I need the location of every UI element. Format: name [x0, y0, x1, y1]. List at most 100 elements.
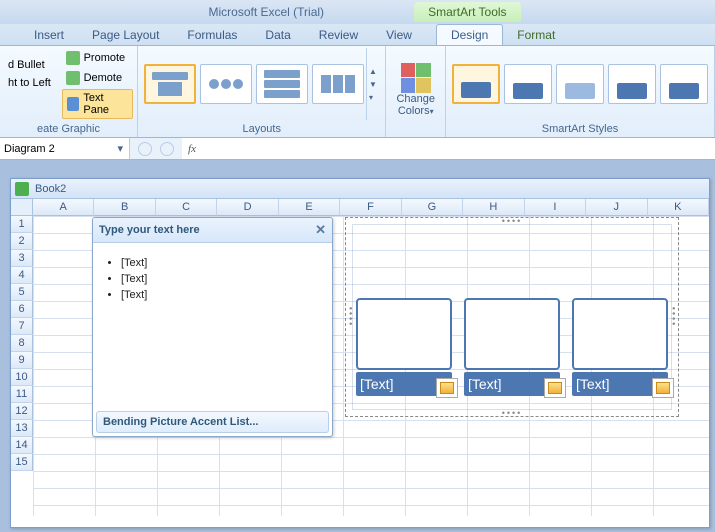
layouts-scroll-down-icon[interactable]: ▼ — [369, 80, 380, 89]
col-header[interactable]: K — [648, 199, 709, 216]
row-headers: 1 2 3 4 5 6 7 8 9 10 11 12 13 14 15 — [11, 216, 33, 471]
tab-page-layout[interactable]: Page Layout — [78, 25, 173, 45]
ribbon: d Bullet ht to Left Promote Demote Text … — [0, 46, 715, 138]
group-label-styles: SmartArt Styles — [446, 122, 714, 137]
promote-button[interactable]: Promote — [62, 49, 133, 67]
contextual-tab-title: SmartArt Tools — [414, 2, 520, 22]
fx-icon[interactable]: fx — [182, 143, 202, 155]
row-header[interactable]: 7 — [11, 318, 33, 335]
tab-insert[interactable]: Insert — [20, 25, 78, 45]
row-header[interactable]: 5 — [11, 284, 33, 301]
style-thumb-2[interactable] — [504, 64, 552, 104]
workbook-titlebar[interactable]: Book2 — [11, 179, 709, 199]
col-header[interactable]: E — [279, 199, 340, 216]
row-header[interactable]: 11 — [11, 386, 33, 403]
col-header[interactable]: D — [217, 199, 278, 216]
text-pane-body[interactable]: [Text] [Text] [Text] — [93, 243, 332, 408]
ribbon-tabs: Insert Page Layout Formulas Data Review … — [0, 24, 715, 46]
text-pane-item[interactable]: [Text] — [121, 289, 322, 301]
smartart-caption[interactable]: [Text] — [576, 376, 609, 392]
col-header[interactable]: G — [402, 199, 463, 216]
text-pane-header: Type your text here — [99, 224, 200, 236]
layout-thumb-1[interactable] — [144, 64, 196, 104]
picture-placeholder[interactable] — [464, 298, 560, 370]
tab-formulas[interactable]: Formulas — [173, 25, 251, 45]
layout-thumb-3[interactable] — [256, 64, 308, 104]
change-colors-button[interactable]: ChangeColors▾ — [390, 61, 441, 119]
text-pane-button[interactable]: Text Pane — [62, 89, 133, 119]
demote-icon — [66, 71, 80, 85]
formula-input[interactable] — [202, 143, 715, 155]
style-thumb-5[interactable] — [660, 64, 708, 104]
smartart-object[interactable]: •••• •••• •••• •••• [Text] [Text] [Text] — [345, 217, 679, 417]
row-header[interactable]: 3 — [11, 250, 33, 267]
smartart-caption[interactable]: [Text] — [468, 376, 501, 392]
col-header[interactable]: I — [525, 199, 586, 216]
cancel-formula-icon[interactable] — [138, 142, 152, 156]
insert-picture-icon[interactable] — [544, 378, 566, 398]
layout-thumb-2[interactable] — [200, 64, 252, 104]
group-label-colors — [386, 134, 445, 137]
layouts-more-icon[interactable]: ▾ — [369, 93, 380, 102]
row-header[interactable]: 4 — [11, 267, 33, 284]
demote-button[interactable]: Demote — [62, 69, 133, 87]
col-header[interactable]: J — [586, 199, 647, 216]
insert-picture-icon[interactable] — [652, 378, 674, 398]
text-pane-layout-name[interactable]: Bending Picture Accent List... — [96, 411, 329, 433]
tab-review[interactable]: Review — [305, 25, 372, 45]
smartart-text-pane[interactable]: Type your text here ✕ [Text] [Text] [Tex… — [92, 217, 333, 437]
select-all-corner[interactable] — [11, 199, 33, 216]
name-box[interactable]: ▾ — [0, 138, 130, 159]
text-pane-item[interactable]: [Text] — [121, 273, 322, 285]
row-header[interactable]: 12 — [11, 403, 33, 420]
row-header[interactable]: 2 — [11, 233, 33, 250]
text-pane-icon — [67, 97, 80, 111]
layout-thumb-4[interactable] — [312, 64, 364, 104]
row-header[interactable]: 6 — [11, 301, 33, 318]
title-bar: Microsoft Excel (Trial) SmartArt Tools — [0, 0, 715, 24]
row-header[interactable]: 15 — [11, 454, 33, 471]
row-header[interactable]: 13 — [11, 420, 33, 437]
add-bullet-button[interactable]: d Bullet — [4, 57, 62, 73]
row-header[interactable]: 10 — [11, 369, 33, 386]
promote-icon — [66, 51, 80, 65]
group-label-layouts: Layouts — [138, 122, 385, 137]
close-icon[interactable]: ✕ — [315, 222, 326, 238]
colors-icon — [401, 63, 431, 93]
text-pane-item[interactable]: [Text] — [121, 257, 322, 269]
name-box-dropdown-icon[interactable]: ▾ — [111, 142, 129, 155]
tab-view[interactable]: View — [372, 25, 426, 45]
row-header[interactable]: 8 — [11, 335, 33, 352]
col-header[interactable]: C — [156, 199, 217, 216]
smartart-shape[interactable]: [Text] — [572, 298, 668, 396]
column-headers: A B C D E F G H I J K — [33, 199, 709, 216]
name-box-input[interactable] — [4, 143, 111, 155]
style-thumb-1[interactable] — [452, 64, 500, 104]
enter-formula-icon[interactable] — [160, 142, 174, 156]
tab-design[interactable]: Design — [436, 24, 503, 46]
workbook-title: Book2 — [35, 183, 66, 195]
smartart-shape[interactable]: [Text] — [464, 298, 560, 396]
smartart-caption[interactable]: [Text] — [360, 376, 393, 392]
right-to-left-button[interactable]: ht to Left — [4, 75, 62, 91]
style-thumb-4[interactable] — [608, 64, 656, 104]
tab-format[interactable]: Format — [503, 25, 569, 45]
row-header[interactable]: 1 — [11, 216, 33, 233]
insert-picture-icon[interactable] — [436, 378, 458, 398]
smartart-shape[interactable]: [Text] — [356, 298, 452, 396]
app-title: Microsoft Excel (Trial) — [208, 5, 384, 19]
picture-placeholder[interactable] — [572, 298, 668, 370]
layouts-scroll-up-icon[interactable]: ▲ — [369, 67, 380, 76]
col-header[interactable]: B — [94, 199, 155, 216]
row-header[interactable]: 14 — [11, 437, 33, 454]
tab-data[interactable]: Data — [251, 25, 304, 45]
formula-bar: ▾ fx — [0, 138, 715, 160]
col-header[interactable]: H — [463, 199, 524, 216]
picture-placeholder[interactable] — [356, 298, 452, 370]
style-thumb-3[interactable] — [556, 64, 604, 104]
excel-file-icon — [15, 182, 29, 196]
col-header[interactable]: F — [340, 199, 401, 216]
col-header[interactable]: A — [33, 199, 94, 216]
group-label-create-graphic: eate Graphic — [0, 122, 137, 137]
row-header[interactable]: 9 — [11, 352, 33, 369]
